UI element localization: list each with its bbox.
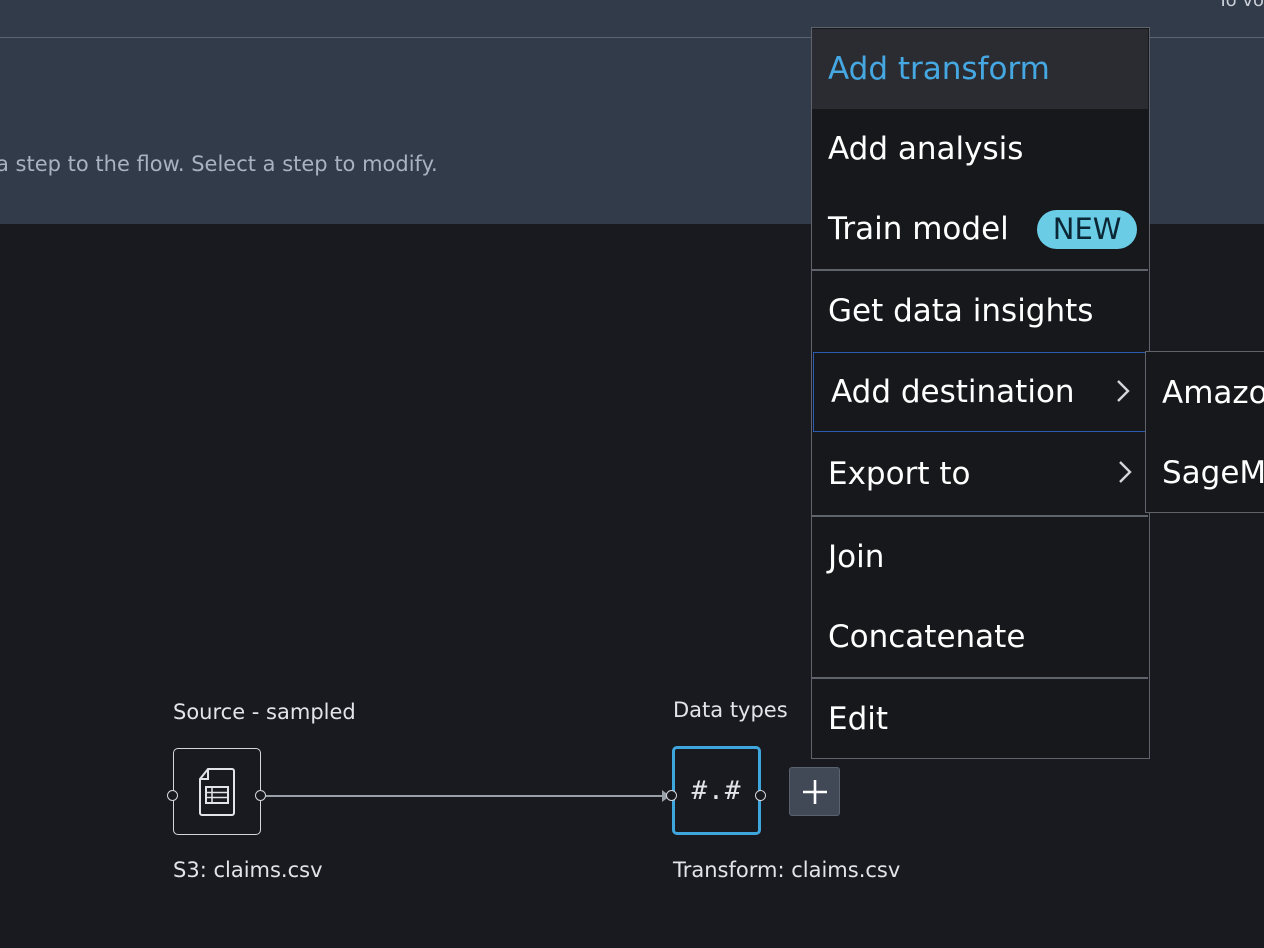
submenu-item-sagemaker-label: SageMa (1162, 455, 1264, 491)
menu-item-train-model-label: Train model (828, 211, 1009, 247)
flow-edge (266, 795, 670, 797)
top-bar-partial-text: To vo (1217, 0, 1264, 11)
menu-item-add-transform-label: Add transform (828, 51, 1050, 87)
menu-item-edit[interactable]: Edit (812, 679, 1148, 759)
menu-item-add-transform[interactable]: Add transform (812, 29, 1148, 109)
menu-item-export-to-label: Export to (828, 456, 971, 492)
menu-item-join[interactable]: Join (812, 517, 1148, 597)
source-node-input-port (167, 790, 178, 801)
source-node-caption: S3: claims.csv (173, 858, 323, 882)
menu-item-train-model[interactable]: Train model NEW (812, 189, 1148, 269)
transform-node-output-port[interactable] (755, 790, 766, 801)
submenu-item-amazon[interactable]: Amazo (1146, 353, 1264, 433)
menu-item-add-destination[interactable]: Add destination (813, 352, 1147, 432)
step-context-menu: Add transform Add analysis Train model N… (811, 27, 1150, 759)
transform-node[interactable]: #.# (672, 746, 761, 835)
submenu-item-amazon-label: Amazo (1162, 375, 1264, 411)
menu-item-add-analysis[interactable]: Add analysis (812, 109, 1148, 189)
transform-node-label: Data types (673, 698, 788, 722)
data-types-icon: #.# (691, 775, 742, 806)
chevron-right-icon (1119, 461, 1132, 483)
menu-item-add-destination-label: Add destination (831, 374, 1075, 410)
plus-icon (802, 779, 827, 804)
add-step-button[interactable] (789, 767, 840, 816)
menu-item-concatenate-label: Concatenate (828, 619, 1026, 655)
menu-item-export-to[interactable]: Export to (812, 434, 1148, 514)
chevron-right-icon (1117, 380, 1130, 402)
menu-item-get-data-insights[interactable]: Get data insights (812, 271, 1148, 351)
transform-node-caption: Transform: claims.csv (673, 858, 901, 882)
transform-node-input-port (666, 790, 677, 801)
new-badge: NEW (1036, 209, 1138, 249)
csv-file-icon (199, 767, 235, 816)
flow-hint-text: a step to the flow. Select a step to mod… (0, 152, 438, 176)
menu-item-concatenate[interactable]: Concatenate (812, 597, 1148, 677)
menu-item-add-analysis-label: Add analysis (828, 131, 1024, 167)
source-node-output-port[interactable] (255, 790, 266, 801)
source-node-label: Source - sampled (173, 700, 356, 724)
destination-submenu: Amazo SageMa (1145, 351, 1264, 513)
menu-item-edit-label: Edit (828, 701, 889, 737)
menu-item-get-data-insights-label: Get data insights (828, 293, 1094, 329)
submenu-item-sagemaker[interactable]: SageMa (1146, 433, 1264, 512)
source-node[interactable] (173, 748, 261, 835)
menu-item-join-label: Join (828, 539, 885, 575)
